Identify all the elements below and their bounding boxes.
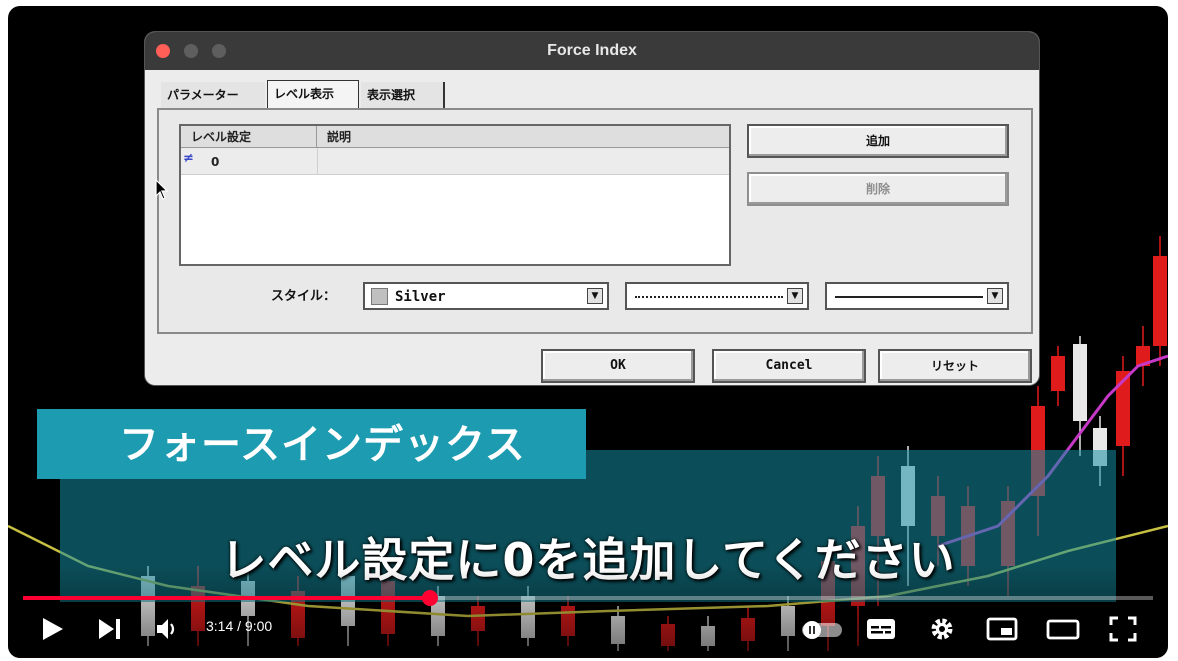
reset-button[interactable]: リセット xyxy=(878,349,1032,383)
style-label: スタイル： xyxy=(271,289,337,304)
candle-body xyxy=(1153,256,1167,346)
level-line-icon: ≠ xyxy=(183,151,194,166)
force-index-dialog: Force Index パラメーター レベル表示 表示選択 レベル設定 説明 ≠… xyxy=(145,32,1039,385)
progress-bar[interactable] xyxy=(23,590,1153,606)
title-banner-text: フォースインデックス xyxy=(119,422,526,468)
tab-parameters[interactable]: パラメーター xyxy=(161,82,265,108)
chevron-down-icon[interactable]: ▼ xyxy=(787,288,803,304)
tab-display-selection[interactable]: 表示選択 xyxy=(361,82,445,108)
progress-scrubber[interactable] xyxy=(421,590,438,606)
level-table[interactable]: レベル設定 説明 ≠ 0 xyxy=(179,124,731,266)
column-header-description[interactable]: 説明 xyxy=(317,126,729,148)
time-display: 3:14 / 9:00 xyxy=(206,618,273,634)
add-button[interactable]: 追加 xyxy=(747,124,1009,158)
dashed-line-preview xyxy=(635,296,783,298)
chevron-down-icon[interactable]: ▼ xyxy=(587,288,603,304)
solid-line-preview xyxy=(835,296,983,298)
dialog-titlebar: Force Index xyxy=(145,32,1039,70)
cancel-button[interactable]: Cancel xyxy=(712,349,866,383)
candle-body xyxy=(1073,344,1087,421)
mouse-pointer-icon xyxy=(155,179,169,200)
column-header-level[interactable]: レベル設定 xyxy=(181,126,317,148)
autoplay-toggle[interactable] xyxy=(800,612,844,646)
color-select[interactable]: Silver ▼ xyxy=(363,282,609,310)
delete-button[interactable]: 削除 xyxy=(747,172,1009,206)
volume-icon[interactable] xyxy=(154,612,180,646)
video-player[interactable]: Force Index パラメーター レベル表示 表示選択 レベル設定 説明 ≠… xyxy=(8,6,1168,658)
ok-button[interactable]: OK xyxy=(541,349,695,383)
play-icon[interactable] xyxy=(40,612,66,646)
line-style-select[interactable]: ▼ xyxy=(625,282,809,310)
level-value: 0 xyxy=(211,155,220,169)
miniplayer-icon[interactable] xyxy=(984,612,1020,646)
candle-body xyxy=(1051,356,1065,391)
dialog-title: Force Index xyxy=(547,42,637,59)
description-cell xyxy=(317,148,318,174)
title-banner: フォースインデックス xyxy=(37,409,586,479)
fullscreen-icon[interactable] xyxy=(1106,612,1140,646)
next-video-icon[interactable] xyxy=(96,612,124,646)
color-swatch xyxy=(371,288,388,305)
chevron-down-icon[interactable]: ▼ xyxy=(987,288,1003,304)
color-select-value: Silver xyxy=(395,289,446,305)
line-width-select[interactable]: ▼ xyxy=(825,282,1009,310)
progress-played xyxy=(23,596,430,600)
tab-level-display[interactable]: レベル表示 xyxy=(267,80,359,108)
settings-gear-icon[interactable] xyxy=(926,612,958,646)
subtitles-icon[interactable] xyxy=(864,612,898,646)
theater-mode-icon[interactable] xyxy=(1044,612,1082,646)
tab-panel: レベル設定 説明 ≠ 0 追加 削除 スタイル： Silver ▼ ▼ ▼ xyxy=(157,108,1033,334)
table-row[interactable]: ≠ 0 xyxy=(181,148,729,175)
